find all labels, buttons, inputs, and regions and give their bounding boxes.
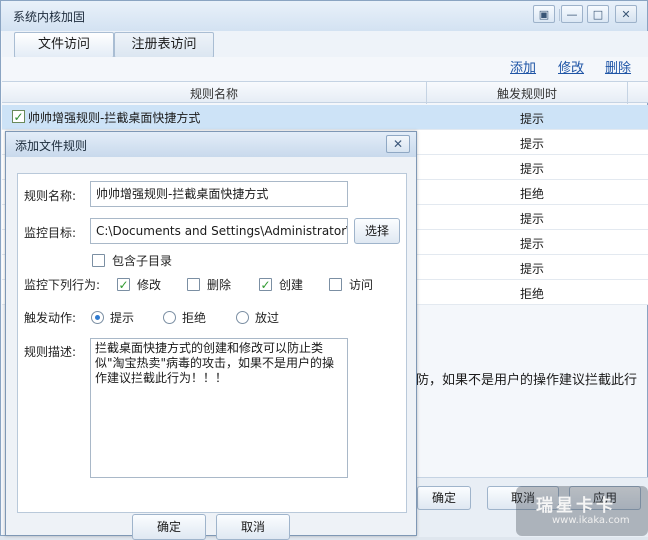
- rule-trigger: 提示: [519, 237, 544, 251]
- minimize-button[interactable]: —: [561, 5, 583, 23]
- tab-file-access[interactable]: 文件访问: [14, 32, 114, 58]
- action-prompt-label: 提示: [110, 311, 135, 325]
- window-titlebar: 系统内核加固 ▣ — □ ✕: [1, 1, 647, 31]
- rule-name: 帅帅增强规则-拦截桌面快捷方式: [28, 111, 201, 125]
- action-deny-label: 拒绝: [182, 311, 207, 325]
- behavior-access-label: 访问: [349, 278, 374, 292]
- browse-button[interactable]: 选择: [354, 218, 400, 244]
- trigger-action-label: 触发动作:: [24, 311, 77, 325]
- delete-rule-link[interactable]: 删除: [605, 57, 631, 76]
- rule-description-textarea[interactable]: 拦截桌面快捷方式的创建和修改可以防止类似"淘宝热卖"病毒的攻击，如果不是用户的操…: [90, 338, 348, 478]
- maximize-button[interactable]: □: [587, 5, 609, 23]
- behavior-modify-label: 修改: [137, 278, 162, 292]
- rule-trigger: 提示: [519, 212, 544, 226]
- main-ok-button[interactable]: 确定: [417, 486, 471, 510]
- rule-name-label: 规则名称:: [24, 189, 77, 203]
- tab-registry-access[interactable]: 注册表访问: [114, 32, 214, 58]
- behavior-modify-checkbox[interactable]: ✓: [117, 278, 130, 291]
- rules-table-header: 规则名称 触发规则时: [2, 81, 648, 104]
- rule-description-label: 规则描述:: [24, 345, 77, 359]
- dialog-cancel-button[interactable]: 取消: [216, 514, 290, 540]
- action-allow-radio[interactable]: [236, 311, 249, 324]
- rule-enabled-checkbox[interactable]: ✓: [12, 110, 25, 123]
- include-subdirs-label: 包含子目录: [112, 254, 173, 268]
- rule-trigger: 提示: [519, 112, 544, 126]
- target-path-input[interactable]: C:\Documents and Settings\Administrator\…: [90, 218, 348, 244]
- behavior-delete-checkbox[interactable]: [187, 278, 200, 291]
- watermark-url: www.ikaka.com: [552, 515, 630, 526]
- behavior-delete-label: 删除: [207, 278, 232, 292]
- ikaka-watermark: 瑞星卡卡 www.ikaka.com: [516, 486, 648, 536]
- column-separator: [627, 82, 628, 104]
- window-title: 系统内核加固: [13, 10, 86, 24]
- watermark-brand: 瑞星卡卡: [536, 496, 616, 516]
- rule-trigger: 拒绝: [519, 187, 544, 201]
- add-rule-link[interactable]: 添加: [510, 57, 536, 76]
- rule-trigger: 提示: [519, 262, 544, 276]
- monitor-behaviors-label: 监控下列行为:: [24, 278, 101, 292]
- rule-description-preview: 防，如果不是用户的操作建议拦截此行: [416, 373, 638, 388]
- rule-trigger: 提示: [519, 162, 544, 176]
- rule-trigger: 提示: [519, 137, 544, 151]
- dialog-close-button[interactable]: ✕: [386, 135, 410, 153]
- column-header-trigger[interactable]: 触发规则时: [427, 85, 627, 102]
- edit-rule-link[interactable]: 修改: [558, 57, 584, 76]
- window-close-button[interactable]: ✕: [615, 5, 637, 23]
- action-allow-label: 放过: [255, 311, 280, 325]
- radio-selected-dot: [95, 315, 100, 320]
- rule-actions: 添加 修改 删除: [2, 57, 648, 81]
- rule-trigger: 拒绝: [519, 287, 544, 301]
- dialog-ok-button[interactable]: 确定: [132, 514, 206, 540]
- table-row[interactable]: ✓ 帅帅增强规则-拦截桌面快捷方式 提示: [2, 105, 648, 130]
- rule-name-input[interactable]: 帅帅增强规则-拦截桌面快捷方式: [90, 181, 348, 207]
- target-label: 监控目标:: [24, 226, 77, 240]
- dialog-title: 添加文件规则: [15, 139, 88, 153]
- dialog-form-panel: 规则名称: 帅帅增强规则-拦截桌面快捷方式 监控目标: C:\Documents…: [17, 173, 407, 513]
- action-prompt-radio[interactable]: [91, 311, 104, 324]
- behavior-create-label: 创建: [279, 278, 304, 292]
- behavior-create-checkbox[interactable]: ✓: [259, 278, 272, 291]
- window-menu-button[interactable]: ▣: [533, 5, 555, 23]
- action-deny-radio[interactable]: [163, 311, 176, 324]
- behavior-access-checkbox[interactable]: [329, 278, 342, 291]
- add-file-rule-dialog: 添加文件规则 ✕ 规则名称: 帅帅增强规则-拦截桌面快捷方式 监控目标: C:\…: [5, 131, 417, 540]
- titlebar-separator: [559, 9, 560, 21]
- column-header-name[interactable]: 规则名称: [2, 85, 426, 102]
- include-subdirs-checkbox[interactable]: [92, 254, 105, 267]
- dialog-titlebar: 添加文件规则 ✕: [6, 132, 416, 157]
